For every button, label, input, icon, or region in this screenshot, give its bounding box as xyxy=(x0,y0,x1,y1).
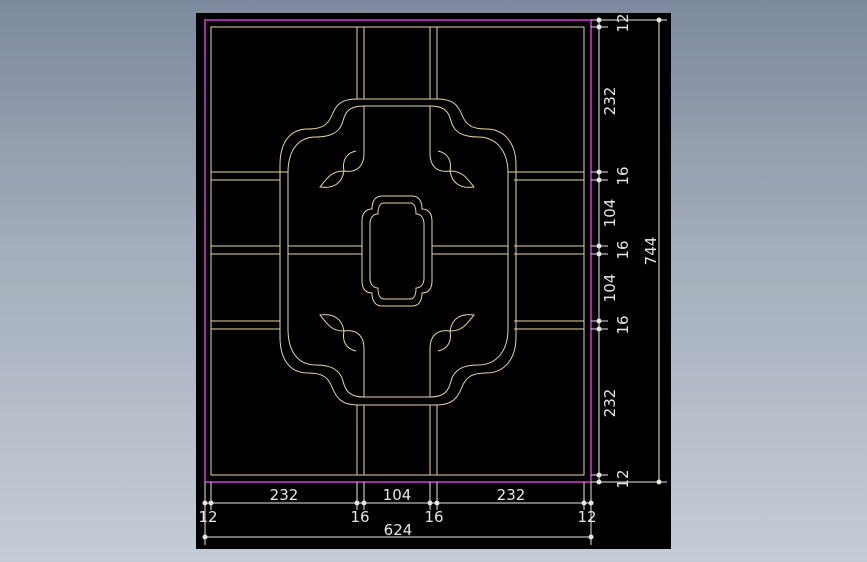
scroll-top-right xyxy=(429,106,475,188)
dim-bottom-6: 232 xyxy=(497,486,526,504)
dim-bottom-7: 12 xyxy=(577,508,596,526)
dim-right-4: 104 xyxy=(601,199,619,228)
scroll-bottom-left xyxy=(319,314,365,397)
outer-frame xyxy=(204,19,592,483)
dim-right-3: 16 xyxy=(614,166,632,185)
lattice-pattern xyxy=(211,27,584,475)
dim-bottom-1: 12 xyxy=(198,508,217,526)
dim-right-8: 232 xyxy=(601,389,619,418)
dim-overall-width: 624 xyxy=(384,521,413,539)
central-frame-outer xyxy=(279,98,517,406)
scroll-top-left xyxy=(319,106,365,188)
dim-bottom-3: 16 xyxy=(350,508,369,526)
cad-viewport[interactable]: 12 232 16 104 16 104 16 232 12 744 12 23… xyxy=(196,13,671,549)
medallion-inner xyxy=(369,202,425,300)
dim-right-1: 12 xyxy=(614,13,632,32)
dim-bottom-4: 104 xyxy=(383,486,412,504)
dim-right-7: 16 xyxy=(614,315,632,334)
right-dimension-labels: 12 232 16 104 16 104 16 232 12 744 xyxy=(601,13,660,488)
inner-frame xyxy=(210,26,585,476)
dim-bottom-5: 16 xyxy=(424,508,443,526)
scroll-bottom-right xyxy=(429,314,475,397)
central-frame-inner xyxy=(287,105,509,398)
dim-right-5: 16 xyxy=(614,240,632,259)
dim-right-2: 232 xyxy=(601,87,619,116)
bottom-dimension-labels: 12 232 16 104 16 232 12 624 xyxy=(198,486,596,539)
dim-overall-height: 744 xyxy=(642,237,660,266)
dim-bottom-2: 232 xyxy=(270,486,299,504)
dim-right-6: 104 xyxy=(601,274,619,303)
window-lattice-drawing: 12 232 16 104 16 104 16 232 12 744 12 23… xyxy=(198,13,667,545)
dim-right-9: 12 xyxy=(614,469,632,488)
medallion-outer xyxy=(361,195,433,307)
